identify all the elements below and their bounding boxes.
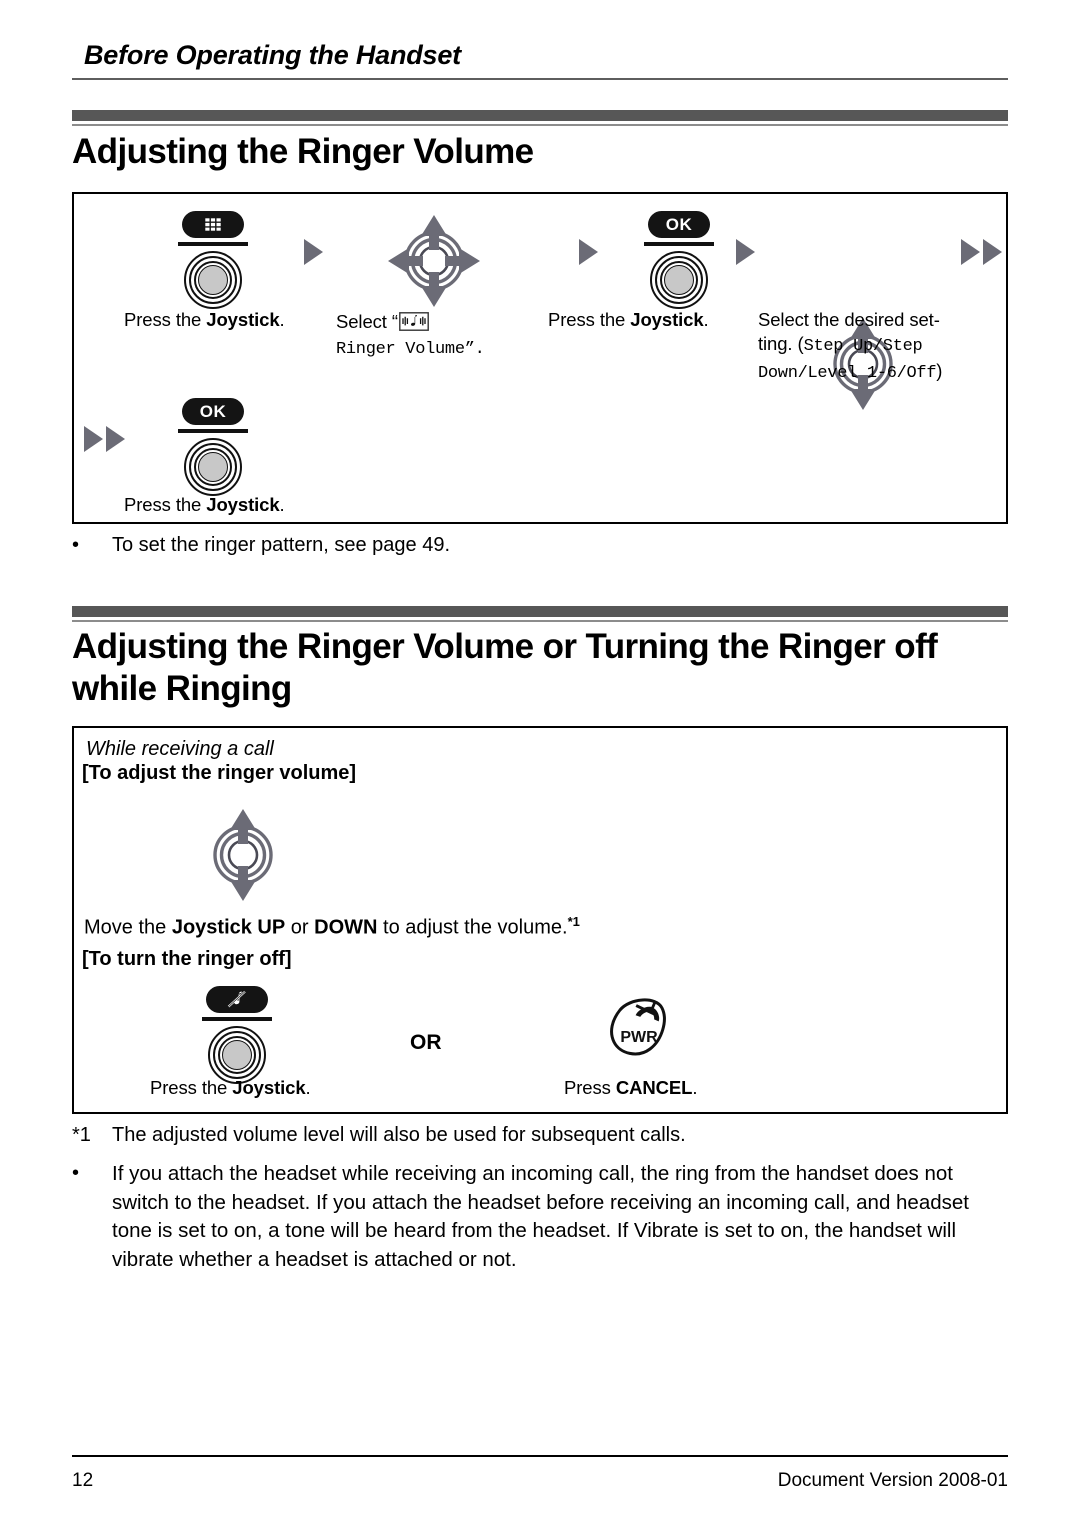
step-5-caption: Press the Joystick. [124,493,354,516]
four-way-arrow-icon [388,215,480,307]
up-down-arrow-icon [213,809,273,901]
section-2-title-line2: while Ringing [72,669,292,708]
running-head-block: Before Operating the Handset [72,38,1008,80]
ringer-volume-glyph-icon [399,312,429,336]
step-3-icon-ok-softkey-joystick: OK [644,211,714,309]
section-2-title-line1: Adjusting the Ringer Volume or Turning t… [72,627,938,666]
section-2-bar-thick [72,606,1008,617]
cancel-pwr-key-icon: PWR [606,996,674,1063]
adjust-volume-icon-up-down-joystick-arrows [206,806,280,909]
step-4-caption-line1: Select the desired set- [758,309,940,330]
section-2-bar-thin [72,620,1008,622]
step-5-icon-ok-softkey-joystick: OK [178,398,248,496]
section-2-bullet-text: If you attach the headset while receivin… [112,1162,969,1271]
ringer-off-softkey-underline [202,1017,272,1021]
ringer-off-caption-text: Press the Joystick. [150,1077,311,1098]
step-4-caption-close: ) [936,360,943,381]
ok-badge: OK [648,211,710,238]
step-separator-2 [579,239,598,265]
running-head-text: Before Operating the Handset [84,40,461,70]
step-5-caption-text: Press the Joystick. [124,494,285,515]
step-separator-4 [961,239,1002,265]
section-2-footnote: *1 The adjusted volume level will also b… [72,1122,992,1149]
section-1-bar-thick [72,110,1008,121]
step-1-caption-text: Press the Joystick. [124,309,285,330]
step-4-caption: Select the desired set- ting. (Step Up/S… [758,308,983,385]
bullet-marker: • [72,1162,80,1184]
triangle-right-icon [304,239,323,265]
section-2-title: Adjusting the Ringer Volume or Turning t… [72,626,1020,710]
ok-softkey-underline [644,242,714,246]
bullet-marker: • [72,534,80,556]
cancel-caption-text: Press CANCEL. [564,1077,698,1098]
step-2-caption-line1: Select “ [336,311,398,332]
menu-icon [182,211,244,238]
ok-badge: OK [182,398,244,425]
step-4-caption-mono2: Step Up/Step [803,337,923,356]
step-2-caption-line2: Ringer Volume”. [336,340,485,359]
triangle-right-icon [983,239,1002,265]
footnote-marker: *1 [72,1124,91,1146]
step-3-caption: Press the Joystick. [548,308,763,331]
triangle-right-icon [84,426,103,452]
footer-page-number: 12 [72,1470,94,1491]
step-4-caption-line2a: ting. ( [758,333,804,354]
step-2-caption: Select “ Ringer Volume”. [336,310,556,361]
triangle-right-icon [961,239,980,265]
ringer-off-caption: Press the Joystick. [150,1076,311,1099]
triangle-right-icon [106,426,125,452]
step-separator-3 [736,239,755,265]
section-1-note: • To set the ringer pattern, see page 49… [72,532,972,559]
footnote-ref: *1 [567,914,580,929]
triangle-right-icon [579,239,598,265]
section-2-bullet-note: • If you attach the headset while receiv… [72,1160,1010,1274]
joystick-icon [650,250,708,309]
section-1-bar [72,110,1008,126]
ringer-off-softkey-joystick [202,986,272,1084]
section-2-subheading-1: [To adjust the ringer volume] [82,762,357,784]
document-page: Before Operating the Handset Adjusting t… [0,0,1080,1529]
section-1-step-box: OK Press the Joystick. Select “ Ringer V… [72,192,1008,524]
step-1-caption: Press the Joystick. [124,308,334,331]
section-1-title: Adjusting the Ringer Volume [72,132,534,171]
step-separator-5 [84,426,125,452]
menu-softkey-underline [178,242,248,246]
section-2-bar [72,606,1008,622]
joystick-icon [184,250,242,309]
step-separator-1 [304,239,323,265]
step-1-icon-menu-softkey-joystick [178,211,248,309]
joystick-icon [184,437,242,496]
section-2-step-box: While receiving a call [To adjust the ri… [72,726,1008,1114]
section-1-note-text: To set the ringer pattern, see page 49. [112,534,450,556]
ringer-off-icon [206,986,268,1013]
section-1-bar-thin [72,124,1008,126]
step-3-caption-text: Press the Joystick. [548,309,709,330]
footer-document-version: Document Version 2008-01 [777,1470,1008,1491]
section-2-subheading-italic: While receiving a call [86,738,274,760]
footer-rule [72,1455,1008,1457]
cancel-caption: Press CANCEL. [564,1076,697,1099]
running-head-rule [72,78,1008,80]
step-4-caption-mono3: Down/Level 1-6/Off [758,364,937,383]
ok-softkey-underline [178,429,248,433]
or-label: OR [410,1031,442,1054]
adjust-volume-instruction: Move the Joystick UP or DOWN to adjust t… [84,914,580,939]
triangle-right-icon [736,239,755,265]
joystick-icon [208,1025,266,1084]
pwr-label: PWR [620,1029,658,1046]
section-2-subheading-2: [To turn the ringer off] [82,948,292,970]
footnote-text: The adjusted volume level will also be u… [112,1124,686,1146]
